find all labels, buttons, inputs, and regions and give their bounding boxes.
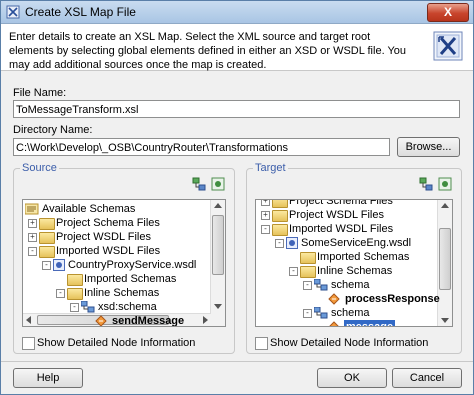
wsdl-icon [286,237,298,249]
wsdl-icon [53,259,65,271]
scroll-down-arrow-icon[interactable] [441,318,449,323]
scroll-up-arrow-icon[interactable] [441,203,449,208]
source-options-icon[interactable] [211,177,225,191]
collapse-icon[interactable]: - [56,289,65,298]
collapse-icon[interactable]: - [303,309,312,318]
collapse-icon[interactable]: - [275,239,284,248]
folder-icon [300,252,316,264]
schema-icon [81,301,95,313]
tree-node-label: Inline Schemas [84,287,160,299]
target-detail-checkbox-label: Show Detailed Node Information [270,337,429,349]
scroll-thumb[interactable] [212,215,224,275]
target-group: Target + Project Schema Files + Project … [246,162,462,354]
xsl-map-icon [6,5,20,19]
source-tree-vertical-scrollbar[interactable] [210,200,225,326]
file-name-input[interactable]: ToMessageTransform.xsl [13,100,460,118]
expand-icon[interactable]: + [28,233,37,242]
folder-icon [67,274,83,286]
collapse-icon[interactable]: - [28,247,37,256]
folder-icon [272,210,288,222]
header-description: Enter details to create an XSL Map. Sele… [9,31,407,71]
scroll-up-arrow-icon[interactable] [214,203,222,208]
target-tree[interactable]: + Project Schema Files + Project WSDL Fi… [255,199,453,327]
source-detail-checkbox-label: Show Detailed Node Information [37,337,196,349]
file-name-label: File Name: [13,87,67,99]
scroll-right-arrow-icon[interactable] [203,316,208,324]
tree-node-label: Project WSDL Files [289,209,384,221]
expand-icon[interactable]: + [261,211,270,220]
tree-node-label: Imported Schemas [84,273,177,285]
tree-node-label: message [344,320,396,326]
source-tree[interactable]: sendMessageRespor Available Schemas + Pr… [22,199,226,327]
tree-node-label: sendMessage [112,315,185,327]
header-panel: Enter details to create an XSL Map. Sele… [1,24,473,71]
target-group-title: Target [253,162,288,174]
add-target-icon[interactable] [419,177,433,191]
tree-node-label: xsd:schema [98,301,157,313]
directory-name-label: Directory Name: [13,124,93,136]
tree-node-label: CountryProxyService.wsdl [68,259,197,271]
tree-node-label: Imported WSDL Files [289,223,394,235]
directory-name-input[interactable]: C:\Work\Develop\_OSB\CountryRouter\Trans… [13,138,390,156]
expand-icon[interactable]: + [261,200,270,206]
schema-icon [314,279,328,291]
collapse-icon[interactable]: - [42,261,51,270]
source-group-title: Source [20,162,59,174]
folder-open-icon [272,224,288,236]
folder-open-icon [67,288,83,300]
tree-node-label: SomeServiceEng.wsdl [301,237,412,249]
tree-node-label: Project Schema Files [289,199,393,207]
source-group: Source sendMessageRespor A [13,162,235,354]
element-icon [329,321,339,326]
tree-node-label: Imported WSDL Files [56,245,161,257]
tree-node-label: Available Schemas [42,203,136,215]
collapse-icon[interactable]: - [70,303,79,312]
collapse-icon[interactable]: - [289,267,298,276]
element-icon [328,293,340,305]
source-detail-checkbox[interactable] [22,337,35,350]
folder-icon [272,200,288,208]
tree-node-label: Inline Schemas [317,265,393,277]
expand-icon[interactable]: + [28,219,37,228]
footer-divider [1,361,473,362]
target-detail-checkbox[interactable] [255,337,268,350]
scroll-down-arrow-icon[interactable] [214,304,222,309]
dialog-title: Create XSL Map File [25,5,136,19]
add-source-icon[interactable] [192,177,206,191]
collapse-icon[interactable]: - [303,281,312,290]
tree-node-label: Imported Schemas [317,251,410,263]
tree-node-label: Project Schema Files [56,217,160,229]
schema-icon [314,307,328,319]
schemas-icon [25,203,39,215]
element-icon [95,315,107,326]
dialog-window: Create XSL Map File X Enter details to c… [0,0,474,395]
folder-icon [39,218,55,230]
tree-node-label: Project WSDL Files [56,231,151,243]
folder-icon [39,232,55,244]
scroll-left-arrow-icon[interactable] [26,316,31,324]
close-icon: X [443,5,452,19]
scroll-thumb[interactable] [439,228,451,290]
xsl-map-logo-icon [433,31,463,61]
title-bar[interactable]: Create XSL Map File X [1,1,473,24]
tree-node-label: schema [331,279,370,291]
tree-node-label: schema [331,307,370,319]
target-options-icon[interactable] [438,177,452,191]
cancel-button[interactable]: Cancel [392,368,462,388]
target-tree-vertical-scrollbar[interactable] [437,200,452,326]
ok-button[interactable]: OK [317,368,387,388]
folder-open-icon [39,246,55,258]
collapse-icon[interactable]: - [261,225,270,234]
folder-open-icon [300,266,316,278]
tree-node-label: processResponse [345,293,440,305]
browse-button[interactable]: Browse... [397,137,460,157]
help-button[interactable]: Help [13,368,83,388]
close-button[interactable]: X [427,3,469,22]
